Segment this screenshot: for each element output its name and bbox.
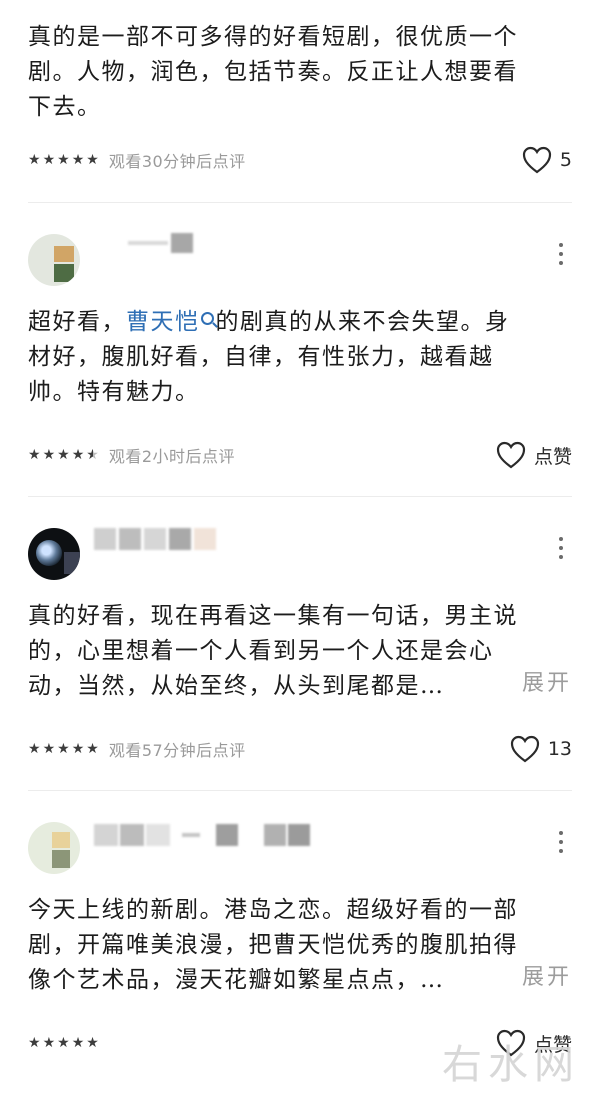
comment-4: 今天上线的新剧。港岛之恋。超级好看的一部 剧，开篇唯美浪漫，把曹天恺优秀的腹肌拍…	[0, 791, 600, 1068]
comment-meta: ★ ★ ★ ★ ★ 观看30分钟后点评 5	[28, 135, 572, 185]
comment-meta: ★ ★ ★ ★ ★ 观看57分钟后点评 13	[28, 724, 572, 774]
comment-1: 真的是一部不可多得的好看短剧，很优质一个 剧。人物，润色，包括节奏。反正让人想要…	[0, 0, 600, 185]
half-star-icon: ★	[86, 447, 99, 463]
star-icon: ★	[71, 1035, 85, 1051]
comment-line: 真的是一部不可多得的好看短剧，很优质一个	[28, 24, 518, 50]
star-icon: ★	[28, 741, 41, 757]
comment-line: 下去。	[28, 94, 102, 120]
comment-line: 剧。人物，润色，包括节奏。反正让人想要看	[28, 59, 518, 85]
mention-name: 曹天恺	[126, 309, 200, 335]
comment-meta: ★ ★ ★ ★ ★ 观看2小时后点评 点赞	[28, 430, 572, 480]
username-blurred[interactable]	[94, 528, 216, 550]
comment-header	[28, 225, 572, 295]
star-icon: ★	[28, 1035, 41, 1051]
username-blurred[interactable]	[128, 233, 193, 253]
like-count: 13	[547, 738, 572, 760]
like-label: 点赞	[533, 445, 572, 468]
star-icon: ★	[57, 741, 70, 757]
star-icon: ★	[42, 447, 56, 463]
comment-line: 像个艺术品，漫天花瓣如繁星点点，…	[28, 967, 445, 993]
heart-icon	[510, 735, 539, 763]
star-icon: ★	[57, 152, 70, 168]
more-vertical-icon	[559, 831, 563, 835]
rating-stars: ★ ★ ★ ★ ★	[28, 1036, 99, 1050]
heart-icon	[496, 441, 526, 469]
comment-line: 超好看，	[28, 309, 126, 335]
star-icon: ★	[42, 152, 56, 168]
rating-stars: ★ ★ ★ ★ ★	[28, 448, 99, 462]
comment-header	[28, 813, 572, 883]
star-icon: ★	[71, 741, 85, 757]
star-icon: ★	[42, 1035, 56, 1051]
expand-button[interactable]: 展开	[522, 959, 572, 991]
star-icon: ★	[86, 1035, 99, 1051]
star-icon: ★	[71, 152, 85, 168]
comment-line: 帅。特有魅力。	[28, 379, 200, 405]
star-icon: ★	[28, 447, 41, 463]
heart-icon	[522, 146, 552, 174]
comment-3: 真的好看，现在再看这一集有一句话，男主说 的，心里想着一个人看到另一个人还是会心…	[0, 497, 600, 774]
comment-text: 真的好看，现在再看这一集有一句话，男主说 的，心里想着一个人看到另一个人还是会心…	[28, 589, 572, 704]
mention-link[interactable]: 曹天恺	[126, 309, 216, 335]
comment-line: 材好，腹肌好看，自律，有性张力，越看越	[28, 344, 494, 370]
like-count: 5	[559, 149, 572, 171]
watch-note: 观看30分钟后点评	[108, 152, 246, 171]
expand-button[interactable]: 展开	[522, 665, 572, 697]
more-menu-button[interactable]	[558, 537, 564, 559]
comment-2: 超好看，曹天恺 的剧真的从来不会失望。身 材好，腹肌好看，自律，有性张力，越看越 …	[0, 203, 600, 480]
star-icon: ★	[57, 447, 70, 463]
more-vertical-icon	[559, 537, 563, 541]
search-icon	[200, 312, 214, 325]
more-menu-button[interactable]	[558, 831, 564, 853]
comment-line: 的剧真的从来不会失望。身	[215, 309, 510, 335]
star-icon: ★	[86, 741, 99, 757]
star-icon: ★	[28, 152, 41, 168]
username-blurred[interactable]	[94, 824, 310, 846]
star-icon: ★	[42, 741, 56, 757]
avatar[interactable]	[28, 234, 80, 286]
like-button[interactable]: 13	[510, 735, 572, 763]
avatar[interactable]	[28, 822, 80, 874]
more-menu-button[interactable]	[558, 243, 564, 265]
star-icon: ★	[71, 447, 85, 463]
comment-line: 剧，开篇唯美浪漫，把曹天恺优秀的腹肌拍得	[28, 932, 518, 958]
watch-note: 观看57分钟后点评	[108, 741, 246, 760]
comment-text: 超好看，曹天恺 的剧真的从来不会失望。身 材好，腹肌好看，自律，有性张力，越看越 …	[28, 295, 572, 410]
like-button[interactable]: 点赞	[496, 441, 572, 469]
watermark: 右水网	[442, 1042, 580, 1088]
star-icon: ★	[86, 152, 99, 168]
comment-line: 动，当然，从始至终，从头到尾都是…	[28, 673, 445, 699]
more-vertical-icon	[559, 243, 563, 247]
watch-note: 观看2小时后点评	[108, 447, 235, 466]
comment-line: 今天上线的新剧。港岛之恋。超级好看的一部	[28, 897, 518, 923]
comment-line: 真的好看，现在再看这一集有一句话，男主说	[28, 603, 518, 629]
avatar[interactable]	[28, 528, 80, 580]
comment-text: 真的是一部不可多得的好看短剧，很优质一个 剧。人物，润色，包括节奏。反正让人想要…	[28, 16, 572, 125]
comment-header	[28, 519, 572, 589]
rating-stars: ★ ★ ★ ★ ★	[28, 742, 99, 756]
rating-stars: ★ ★ ★ ★ ★	[28, 153, 99, 167]
comment-text: 今天上线的新剧。港岛之恋。超级好看的一部 剧，开篇唯美浪漫，把曹天恺优秀的腹肌拍…	[28, 883, 572, 998]
comment-line: 的，心里想着一个人看到另一个人还是会心	[28, 638, 494, 664]
like-button[interactable]: 5	[522, 146, 572, 174]
star-icon: ★	[57, 1035, 70, 1051]
